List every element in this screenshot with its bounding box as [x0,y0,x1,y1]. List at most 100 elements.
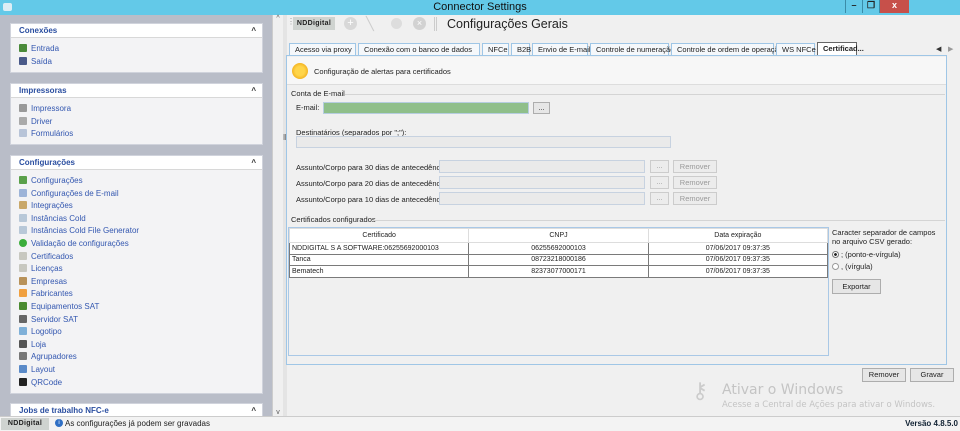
panel-header[interactable]: Impressoras ^ [11,84,262,98]
chevron-up-icon[interactable]: ^ [251,24,256,38]
table-cell: 06255692000103 [468,242,649,255]
table-row[interactable]: NDDIGITAL S A SOFTWARE:06255692000103 062… [288,242,829,255]
sidebar-item-label: Integrações [31,201,73,211]
status-message: As configurações já podem ser gravadas [65,419,210,428]
sidebar-item-label: Equipamentos SAT [31,301,100,311]
close-button[interactable]: x [879,0,909,13]
subject-remove-button[interactable]: Remover [673,192,717,205]
chevron-up-icon[interactable]: ^ [251,156,256,170]
column-header[interactable]: Data expiração [647,228,829,243]
radio-checked-icon[interactable] [832,251,839,258]
add-icon[interactable]: + [344,17,357,30]
status-brand: NDDigital [1,418,49,430]
recipients-input[interactable] [296,136,671,148]
email-icon [19,188,27,197]
email-field[interactable] [323,102,529,114]
tab-scroll-left-icon[interactable]: ◀ [936,45,941,53]
column-header[interactable]: Certificado [288,228,470,243]
check-icon [19,238,27,247]
sidebar-item-saida[interactable]: Saída [11,56,262,69]
sidebar-item[interactable]: Configurações [11,175,262,188]
divider [345,94,945,95]
content-header-title: Configuração de alertas para certificado… [314,67,451,76]
table-cell: 07/06/2017 09:37:35 [647,265,829,278]
sidebar-item[interactable]: Equipamentos SAT [11,301,262,314]
edit-icon[interactable]: ╲ [366,17,380,31]
gear-icon[interactable] [391,18,402,29]
delete-icon[interactable]: × [413,17,426,30]
panel-header[interactable]: Conexões ^ [11,24,262,38]
printer-icon [19,104,27,112]
sidebar-item-label: Fabricantes [31,289,73,299]
radio-semicolon[interactable]: ; (ponto-e-vírgula) [832,250,901,259]
remove-button[interactable]: Remover [862,368,906,382]
sidebar-item-impressora[interactable]: Impressora [11,103,262,116]
content-header: Configuração de alertas para certificado… [287,57,946,85]
table-row[interactable]: Tanca 08723218000186 07/06/2017 09:37:35 [288,253,829,266]
sidebar-item[interactable]: Agrupadores [11,351,262,364]
subject-input[interactable] [439,192,645,205]
sidebar-item-label: Instâncias Cold File Generator [31,226,140,236]
sidebar-item[interactable]: Loja [11,339,262,352]
sidebar-item[interactable]: Logotipo [11,326,262,339]
sidebar-item[interactable]: Integrações [11,200,262,213]
subject-browse-button[interactable]: ... [650,160,669,173]
sidebar-item[interactable]: Licenças [11,263,262,276]
sidebar-item[interactable]: Certificados [11,251,262,264]
group-icon [19,352,27,361]
radio-comma[interactable]: , (vírgula) [832,262,873,271]
tab[interactable]: Certificad... [817,42,864,56]
sidebar-item[interactable]: Instâncias Cold [11,213,262,226]
email-browse-button[interactable]: ... [533,102,550,114]
table-cell: Tanca [288,253,470,266]
csv-separator-label: Caracter separador de campos no arquivo … [832,228,936,246]
certificates-table: Certificado CNPJ Data expiração NDDIGITAL S… [288,228,829,278]
sidebar-item[interactable]: Servidor SAT [11,314,262,327]
settings-icon [19,176,27,184]
manufacturer-icon [19,289,27,298]
panel-configuracoes: Configurações ^ Configurações Configuraçõe… [10,155,263,394]
tab-scroll-right-icon[interactable]: ▶ [948,45,953,53]
chevron-up-icon[interactable]: ^ [251,84,256,98]
radio-unchecked-icon[interactable] [832,263,839,270]
table-cell: NDDIGITAL S A SOFTWARE:06255692000103 [288,242,470,255]
sidebar-item[interactable]: Configurações de E-mail [11,188,262,201]
restore-button[interactable]: ❐ [862,0,879,13]
key-watermark-icon: ⚷ [692,378,709,403]
subject-browse-button[interactable]: ... [650,192,669,205]
app-icon [3,3,12,11]
sidebar-item-label: QRCode [31,377,63,387]
subject-label: Assunto/Corpo para 30 dias de antecedênc… [296,163,449,172]
sidebar-item[interactable]: QRCode [11,377,262,390]
info-icon: i [55,419,63,427]
sidebar-item[interactable]: Validação de configurações [11,238,262,251]
sidebar-item-entrada[interactable]: Entrada [11,43,262,56]
sidebar-item[interactable]: Instâncias Cold File Generator [11,225,262,238]
sidebar-item-formularios[interactable]: Formulários [11,128,262,141]
sidebar-item[interactable]: Empresas [11,276,262,289]
email-label: E-mail: [296,103,320,112]
panel-header[interactable]: Configurações ^ [11,156,262,170]
subject-input[interactable] [439,176,645,189]
subject-remove-button[interactable]: Remover [673,176,717,189]
sidebar-item-label: Loja [31,339,47,349]
panel-conexoes: Conexões ^ Entrada Saída [10,23,263,73]
sidebar-item-driver[interactable]: Driver [11,116,262,129]
table-row[interactable]: Bematech 82373077000171 07/06/2017 09:37:3… [288,265,829,278]
subject-remove-button[interactable]: Remover [673,160,717,173]
license-icon [19,264,27,273]
column-header[interactable]: CNPJ [468,228,649,243]
export-button[interactable]: Exportar [832,279,881,294]
minimize-button[interactable]: – [845,0,862,13]
group-title-email: Conta de E-mail [291,89,345,98]
brand-button[interactable]: NDDigital [293,17,335,30]
subject-browse-button[interactable]: ... [650,176,669,189]
sidebar-scrollbar[interactable]: ^ v [272,15,283,416]
page-title: Configurações Gerais [447,17,568,31]
save-button[interactable]: Gravar [910,368,954,382]
version-label: Versão 4.8.5.0 [905,419,958,428]
sidebar-item[interactable]: Layout [11,364,262,377]
subject-input[interactable] [439,160,645,173]
divider [374,220,945,221]
sidebar-item[interactable]: Fabricantes [11,288,262,301]
